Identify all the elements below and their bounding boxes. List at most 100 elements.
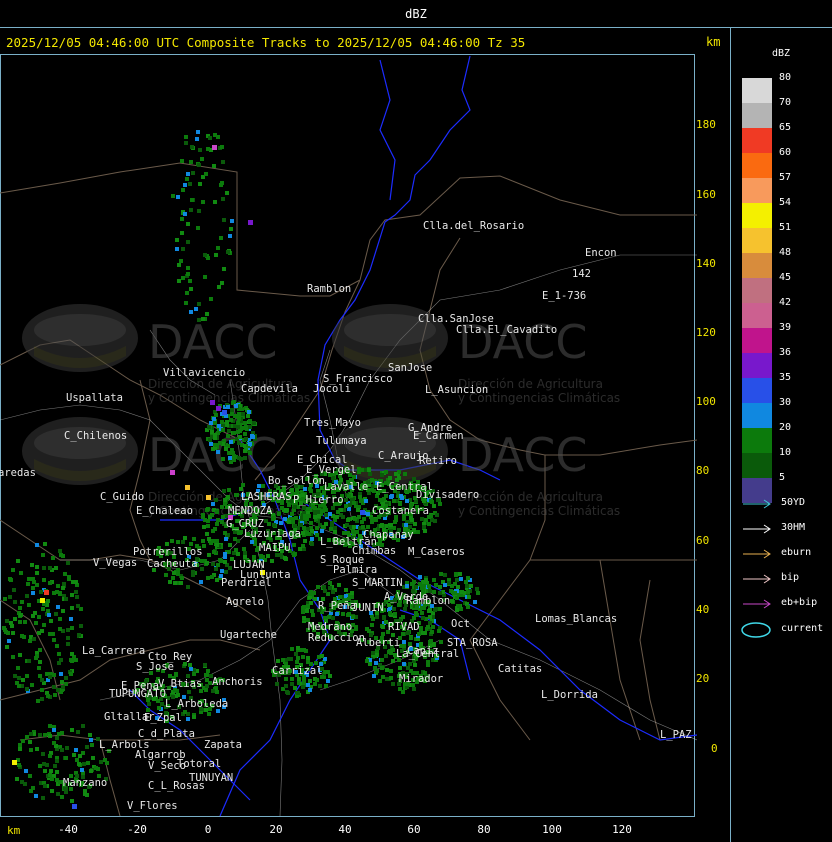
echo-pixel xyxy=(224,537,228,541)
echo-pixel xyxy=(214,443,218,447)
echo-pixel xyxy=(322,585,326,589)
legend-swatch xyxy=(742,203,772,228)
echo-pixel xyxy=(400,496,404,500)
echo-pixel xyxy=(387,650,391,654)
echo-pixel xyxy=(42,762,46,766)
echo-pixel xyxy=(177,263,181,267)
echo-pixel xyxy=(230,219,234,223)
echo-pixel xyxy=(188,182,192,186)
echo-pixel xyxy=(285,508,289,512)
x-tick-label: 0 xyxy=(204,823,212,836)
echo-pixel xyxy=(5,645,9,649)
place-label: Palmira xyxy=(333,564,377,576)
legend-swatch xyxy=(742,128,772,153)
echo-pixel xyxy=(52,741,56,745)
echo-pixel xyxy=(320,654,324,658)
place-label: Uspallata xyxy=(66,392,123,404)
echo-pixel xyxy=(423,529,427,533)
echo-pixel xyxy=(221,160,225,164)
echo-pixel xyxy=(374,518,378,522)
echo-cell xyxy=(206,495,211,500)
echo-pixel xyxy=(223,560,227,564)
echo-pixel xyxy=(405,499,409,503)
echo-pixel xyxy=(213,133,217,137)
echo-pixel xyxy=(17,763,21,767)
echo-pixel xyxy=(295,660,299,664)
place-label: Manzano xyxy=(63,777,107,789)
echo-pixel xyxy=(64,597,68,601)
place-label: Chapanay xyxy=(363,529,414,541)
echo-pixel xyxy=(389,523,393,527)
track-legend-label: eb+bip xyxy=(781,597,818,608)
echo-pixel xyxy=(20,600,24,604)
echo-pixel xyxy=(457,604,461,608)
echo-pixel xyxy=(316,585,320,589)
echo-pixel xyxy=(366,512,370,516)
echo-pixel xyxy=(229,440,233,444)
echo-pixel xyxy=(214,498,218,502)
echo-pixel xyxy=(2,626,6,630)
echo-pixel xyxy=(188,663,192,667)
echo-pixel xyxy=(223,531,227,535)
echo-pixel xyxy=(203,275,207,279)
echo-pixel xyxy=(226,405,230,409)
echo-pixel xyxy=(46,694,50,698)
echo-pixel xyxy=(212,417,216,421)
echo-pixel xyxy=(13,600,17,604)
radar-map[interactable]: DACC Dirección de Agricultura y Contingenc… xyxy=(0,54,697,817)
echo-pixel xyxy=(27,659,31,663)
echo-pixel xyxy=(215,522,219,526)
legend-level-label: 45 xyxy=(779,272,792,283)
legend-level-label: 10 xyxy=(779,447,792,458)
echo-pixel xyxy=(48,724,52,728)
echo-pixel xyxy=(230,408,234,412)
echo-pixel xyxy=(185,177,189,181)
echo-pixel xyxy=(171,576,175,580)
echo-pixel xyxy=(57,652,61,656)
echo-pixel xyxy=(46,599,50,603)
echo-pixel xyxy=(324,513,328,517)
legend-level-label: 80 xyxy=(779,72,792,83)
echo-pixel xyxy=(434,583,438,587)
echo-pixel xyxy=(466,590,470,594)
echo-pixel xyxy=(58,549,62,553)
echo-pixel xyxy=(184,141,188,145)
echo-pixel xyxy=(74,590,78,594)
echo-pixel xyxy=(186,717,190,721)
echo-pixel xyxy=(201,200,205,204)
echo-pixel xyxy=(201,317,205,321)
place-label: Villavicencio xyxy=(163,367,245,379)
echo-pixel xyxy=(205,673,209,677)
echo-pixel xyxy=(16,666,20,670)
echo-pixel xyxy=(225,191,229,195)
place-label: Carrizal xyxy=(272,665,323,677)
x-tick-label: -20 xyxy=(127,823,147,836)
place-label: E_Carmen xyxy=(413,430,464,442)
echo-pixel xyxy=(215,543,219,547)
echo-pixel xyxy=(39,590,43,594)
echo-pixel xyxy=(223,498,227,502)
echo-pixel xyxy=(476,591,480,595)
echo-pixel xyxy=(381,625,385,629)
echo-pixel xyxy=(222,267,226,271)
echo-pixel xyxy=(55,644,59,648)
echo-pixel xyxy=(277,512,281,516)
echo-pixel xyxy=(236,421,240,425)
echo-pixel xyxy=(250,540,254,544)
echo-pixel xyxy=(43,733,47,737)
echo-pixel xyxy=(33,611,37,615)
echo-pixel xyxy=(389,495,393,499)
echo-pixel xyxy=(184,301,188,305)
echo-pixel xyxy=(209,297,213,301)
echo-pixel xyxy=(60,748,64,752)
echo-pixel xyxy=(223,552,227,556)
place-label: Capdevila xyxy=(241,383,298,395)
echo-pixel xyxy=(308,679,312,683)
echo-pixel xyxy=(306,683,310,687)
echo-pixel xyxy=(439,572,443,576)
echo-pixel xyxy=(290,512,294,516)
echo-pixel xyxy=(228,234,232,238)
echo-pixel xyxy=(206,669,210,673)
echo-pixel xyxy=(402,662,406,666)
echo-pixel xyxy=(206,524,210,528)
